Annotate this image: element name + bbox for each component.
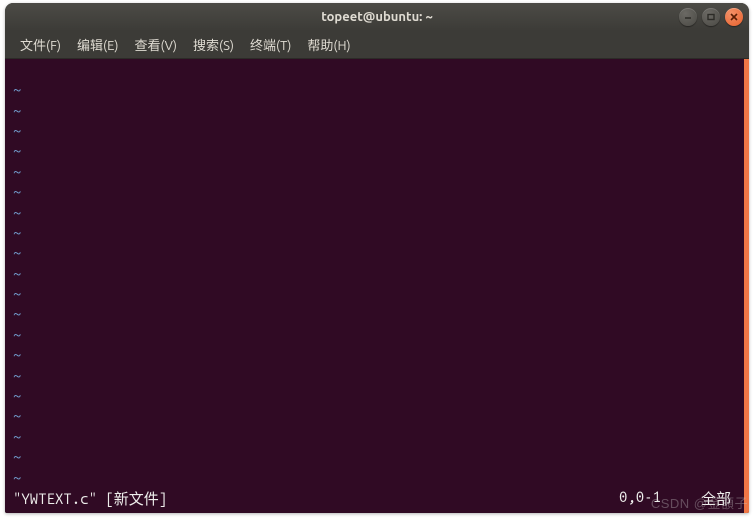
terminal-area[interactable]: ~~~~~~~~~~~~~~~~~~~~ "YWTEXT.c" [新文件] 0,… [5, 59, 749, 513]
terminal-tilde-line: ~ [13, 182, 741, 202]
terminal-tilde-line: ~ [13, 386, 741, 406]
window-controls [679, 8, 743, 26]
terminal-tilde-line: ~ [13, 121, 741, 141]
vim-status-cursor: 0,0-1 [619, 488, 661, 509]
minimize-icon [683, 12, 693, 22]
terminal-tilde-line: ~ [13, 203, 741, 223]
terminal-tilde-line: ~ [13, 325, 741, 345]
terminal-tilde-line: ~ [13, 141, 741, 161]
terminal-tilde-line: ~ [13, 468, 741, 488]
menu-edit[interactable]: 编辑(E) [70, 32, 125, 57]
close-icon [729, 12, 739, 22]
maximize-icon [706, 12, 716, 22]
terminal-tilde-line: ~ [13, 162, 741, 182]
terminal-lines: ~~~~~~~~~~~~~~~~~~~~ [13, 63, 741, 488]
titlebar[interactable]: topeet@ubuntu: ~ [5, 3, 749, 31]
menu-help[interactable]: 帮助(H) [300, 32, 357, 57]
terminal-tilde-line: ~ [13, 284, 741, 304]
terminal-tilde-line: ~ [13, 345, 741, 365]
terminal-tilde-line: ~ [13, 264, 741, 284]
terminal-tilde-line: ~ [13, 243, 741, 263]
terminal-line-blank [13, 63, 741, 80]
menubar: 文件(F) 编辑(E) 查看(V) 搜索(S) 终端(T) 帮助(H) [5, 31, 749, 59]
menu-terminal[interactable]: 终端(T) [243, 32, 298, 57]
maximize-button[interactable] [702, 8, 720, 26]
vim-status-line: "YWTEXT.c" [新文件] 0,0-1 全部 [13, 488, 741, 511]
terminal-tilde-line: ~ [13, 223, 741, 243]
menu-file[interactable]: 文件(F) [13, 32, 68, 57]
terminal-tilde-line: ~ [13, 101, 741, 121]
menu-search[interactable]: 搜索(S) [186, 32, 241, 57]
terminal-tilde-line: ~ [13, 427, 741, 447]
terminal-tilde-line: ~ [13, 304, 741, 324]
close-button[interactable] [725, 8, 743, 26]
vim-status-file: "YWTEXT.c" [新文件] [13, 488, 167, 509]
terminal-tilde-line: ~ [13, 447, 741, 467]
menu-view[interactable]: 查看(V) [128, 32, 184, 57]
minimize-button[interactable] [679, 8, 697, 26]
terminal-tilde-line: ~ [13, 80, 741, 100]
vim-status-mode: 全部 [701, 488, 731, 509]
terminal-tilde-line: ~ [13, 406, 741, 426]
terminal-window: topeet@ubuntu: ~ 文件(F) 编辑(E) 查看(V) 搜索(S)… [5, 3, 749, 513]
scrollbar[interactable] [744, 59, 749, 513]
terminal-tilde-line: ~ [13, 366, 741, 386]
window-title: topeet@ubuntu: ~ [321, 10, 433, 24]
